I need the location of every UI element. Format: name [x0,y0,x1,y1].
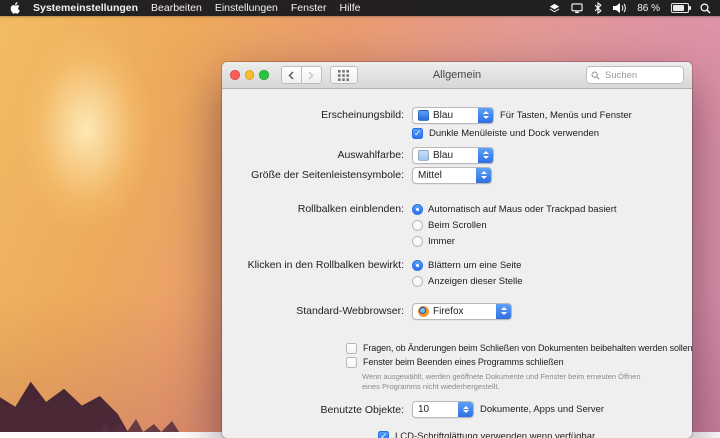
back-button[interactable] [281,66,301,84]
jump-here-label: Anzeigen dieser Stelle [428,276,523,287]
recent-items-select[interactable]: 10 [412,401,474,418]
close-windows-label: Fenster beim Beenden eines Programms sch… [363,357,564,367]
show-all-grid-icon [338,70,349,81]
general-pane: Erscheinungsbild: Blau Für Tasten, Menüs… [222,89,692,438]
recent-items-label: Benutzte Objekte: [222,404,412,416]
close-button[interactable] [230,70,240,80]
scrollbars-auto-radio[interactable] [412,204,423,215]
firefox-icon [418,306,429,317]
sidebar-size-row: Größe der Seitenleistensymbole: Mittel [222,165,692,185]
scrollbars-always-radio[interactable] [412,236,423,247]
dark-menubar-checkbox[interactable] [412,128,423,139]
jump-page-label: Blättern um eine Seite [428,260,521,271]
appearance-select[interactable]: Blau [412,107,494,124]
recent-items-hint: Dokumente, Apps und Server [480,404,604,415]
sidebar-size-select[interactable]: Mittel [412,167,492,184]
scrollbars-when-scrolling-label: Beim Scrollen [428,220,487,231]
forward-icon [308,71,314,80]
battery-icon[interactable] [671,3,689,13]
ask-to-keep-changes-checkbox[interactable] [346,343,357,354]
scrollbar-click-row: Klicken in den Rollbalken bewirkt: Blätt… [222,257,692,289]
dark-menubar-row: Dunkle Menüleiste und Dock verwenden [222,125,692,141]
jump-page-radio[interactable] [412,260,423,271]
display-icon[interactable] [571,3,583,14]
zoom-button[interactable] [259,70,269,80]
highlight-color-label: Auswahlfarbe: [222,149,412,161]
show-scrollbars-row: Rollbalken einblenden: Automatisch auf M… [222,201,692,249]
menu-bar: Systemeinstellungen Bearbeiten Einstellu… [0,0,720,16]
bluetooth-icon[interactable] [594,2,602,14]
jump-here-radio[interactable] [412,276,423,287]
recent-items-row: Benutzte Objekte: 10 Dokumente, Apps und… [222,400,692,420]
search-icon [591,71,600,80]
blue-swatch-icon [418,110,429,121]
lcd-smoothing-checkbox[interactable] [378,431,389,438]
popup-arrows-icon [478,148,493,163]
popup-arrows-icon [496,304,511,319]
ask-to-keep-changes-row: Fragen, ob Änderungen beim Schließen von… [222,341,692,355]
lcd-smoothing-row: LCD-Schriftglättung verwenden wenn verfü… [222,430,692,438]
appearance-hint: Für Tasten, Menüs und Fenster [500,110,632,121]
window-title: Allgemein [433,69,481,81]
highlight-color-value: Blau [433,150,474,161]
dropbox-icon[interactable] [549,3,560,14]
minimize-button[interactable] [245,70,255,80]
menu-fenster[interactable]: Fenster [291,2,327,14]
recent-items-value: 10 [418,404,454,415]
ask-to-keep-changes-label: Fragen, ob Änderungen beim Schließen von… [363,343,692,353]
scrollbars-auto-label: Automatisch auf Maus oder Trackpad basie… [428,204,617,215]
close-windows-checkbox[interactable] [346,357,357,368]
show-all-button[interactable] [330,66,358,84]
menu-einstellungen[interactable]: Einstellungen [215,2,278,14]
appearance-label: Erscheinungsbild: [222,109,412,121]
traffic-lights [230,70,269,80]
lightblue-swatch-icon [418,150,429,161]
scrollbar-click-label: Klicken in den Rollbalken bewirkt: [222,257,412,271]
volume-icon[interactable] [613,3,626,13]
mountain-silhouette [0,372,128,432]
spotlight-icon[interactable] [700,3,711,14]
title-bar[interactable]: Allgemein [222,62,692,89]
system-preferences-window: Allgemein Erscheinungsbild: Blau Für Tas… [222,62,692,438]
popup-arrows-icon [476,168,491,183]
menu-bearbeiten[interactable]: Bearbeiten [151,2,202,14]
default-browser-value: Firefox [433,306,492,317]
battery-percent[interactable]: 86 % [637,3,660,14]
show-scrollbars-label: Rollbalken einblenden: [222,201,412,215]
default-browser-label: Standard-Webbrowser: [222,305,412,317]
appearance-row: Erscheinungsbild: Blau Für Tasten, Menüs… [222,105,692,125]
sidebar-size-value: Mittel [418,170,472,181]
close-windows-row: Fenster beim Beenden eines Programms sch… [222,355,692,369]
back-icon [288,71,294,80]
forward-button[interactable] [301,66,322,84]
menu-hilfe[interactable]: Hilfe [339,2,360,14]
appearance-value: Blau [433,110,474,121]
default-browser-row: Standard-Webbrowser: Firefox [222,301,692,321]
treeline-silhouette [100,412,190,432]
scrollbars-when-scrolling-radio[interactable] [412,220,423,231]
search-field[interactable] [586,66,684,84]
close-windows-hint: Wenn ausgewählt, werden geöffnete Dokume… [222,372,644,392]
popup-arrows-icon [458,402,473,417]
nav-buttons [281,66,322,84]
scrollbars-always-label: Immer [428,236,455,247]
highlight-color-select[interactable]: Blau [412,147,494,164]
popup-arrows-icon [478,108,493,123]
highlight-color-row: Auswahlfarbe: Blau [222,145,692,165]
sidebar-size-label: Größe der Seitenleistensymbole: [222,169,412,181]
default-browser-select[interactable]: Firefox [412,303,512,320]
menu-app-name[interactable]: Systemeinstellungen [33,2,138,14]
lcd-smoothing-label: LCD-Schriftglättung verwenden wenn verfü… [395,431,595,438]
dark-menubar-label: Dunkle Menüleiste und Dock verwenden [429,128,599,139]
search-input[interactable] [603,69,671,82]
apple-icon[interactable] [10,2,20,14]
